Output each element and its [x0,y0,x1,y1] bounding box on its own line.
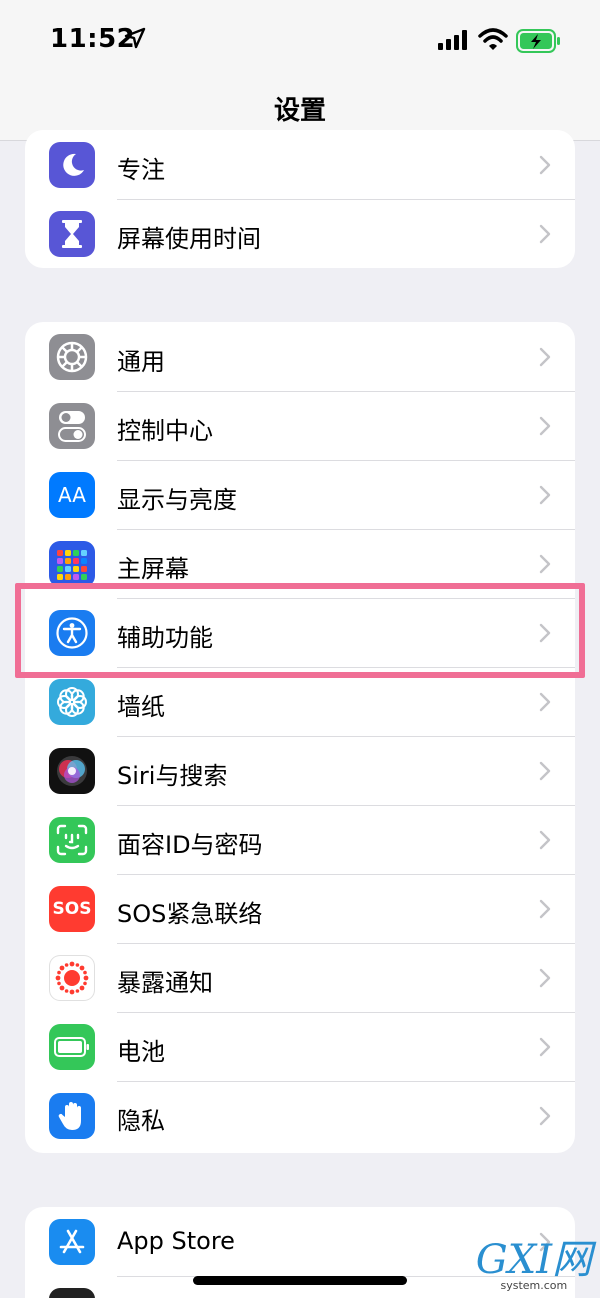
chevron-right-icon [539,968,551,988]
face-id-icon [49,817,95,863]
wifi-icon [478,28,508,50]
text-size-icon: AA [49,472,95,518]
watermark-brand: GXI网 [475,1237,592,1283]
page-title: 设置 [273,96,326,126]
moon-icon [49,142,95,188]
settings-row-label: 屏幕使用时间 [117,225,261,253]
chevron-right-icon [539,761,551,781]
chevron-right-icon [539,899,551,919]
settings-row-siri-search[interactable]: Siri与搜索 [25,736,575,805]
settings-row-battery[interactable]: 电池 [25,1012,575,1081]
watermark-logo: GXI网 system.com [476,1240,592,1291]
gear-icon [49,334,95,380]
settings-row-face-id-passcode[interactable]: 面容ID与密码 [25,805,575,874]
app-grid-icon [49,541,95,587]
sos-icon: SOS [49,886,95,932]
chevron-right-icon [539,155,551,175]
siri-icon [49,748,95,794]
settings-row-label: 辅助功能 [117,624,213,652]
chevron-right-icon [539,1037,551,1057]
status-bar: 11:52 [0,0,600,80]
settings-row-privacy[interactable]: 隐私 [25,1081,575,1150]
status-time: 11:52 [50,24,136,54]
chevron-right-icon [539,623,551,643]
settings-row-label: 专注 [117,156,165,184]
battery-icon [49,1024,95,1070]
settings-row-label: 电池 [117,1038,165,1066]
home-indicator[interactable] [193,1276,407,1285]
accessibility-icon [49,610,95,656]
settings-row-label: 主屏幕 [117,555,189,583]
chevron-right-icon [539,1106,551,1126]
text-size-glyph: AA [58,483,86,507]
sos-icon-text: SOS [52,899,92,919]
chevron-right-icon [539,224,551,244]
settings-row-emergency-sos[interactable]: SOS SOS紧急联络 [25,874,575,943]
settings-row-label: 控制中心 [117,417,213,445]
toggles-icon [49,403,95,449]
settings-row-wallpaper[interactable]: 墙纸 [25,667,575,736]
settings-row-control-center[interactable]: 控制中心 [25,391,575,460]
hourglass-icon [49,211,95,257]
app-store-icon [49,1219,95,1265]
settings-row-accessibility[interactable]: 辅助功能 [25,598,575,667]
settings-row-label: App Store [117,1227,235,1255]
settings-group-focus: 专注 屏幕使用时间 [25,130,575,268]
settings-row-exposure-notifications[interactable]: 暴露通知 [25,943,575,1012]
settings-row-home-screen[interactable]: 主屏幕 [25,529,575,598]
exposure-icon [49,955,95,1001]
hand-icon [49,1093,95,1139]
chevron-right-icon [539,692,551,712]
flower-icon [49,679,95,725]
settings-row-label: 隐私 [117,1107,165,1135]
settings-row-display-brightness[interactable]: AA 显示与亮度 [25,460,575,529]
next-row-icon [49,1288,95,1298]
settings-row-label: Siri与搜索 [117,762,228,790]
settings-row-focus[interactable]: 专注 [25,130,575,199]
cellular-signal-icon [438,30,467,50]
settings-row-general[interactable]: 通用 [25,322,575,391]
chevron-right-icon [539,347,551,367]
location-arrow-icon [124,27,146,49]
settings-group-general: 通用 控制中心 AA 显示与亮度 主屏幕 辅助功能 墙纸 Siri与搜索 面容I… [25,322,575,1153]
chevron-right-icon [539,830,551,850]
battery-charging-icon [516,29,560,53]
settings-row-label: 显示与亮度 [117,486,237,514]
settings-row-screen-time[interactable]: 屏幕使用时间 [25,199,575,268]
settings-row-label: 面容ID与密码 [117,831,263,859]
settings-row-label: 暴露通知 [117,969,213,997]
chevron-right-icon [539,416,551,436]
settings-row-label: 通用 [117,348,165,376]
settings-row-label: SOS紧急联络 [117,900,263,928]
chevron-right-icon [539,485,551,505]
settings-row-label: 墙纸 [117,693,165,721]
chevron-right-icon [539,554,551,574]
